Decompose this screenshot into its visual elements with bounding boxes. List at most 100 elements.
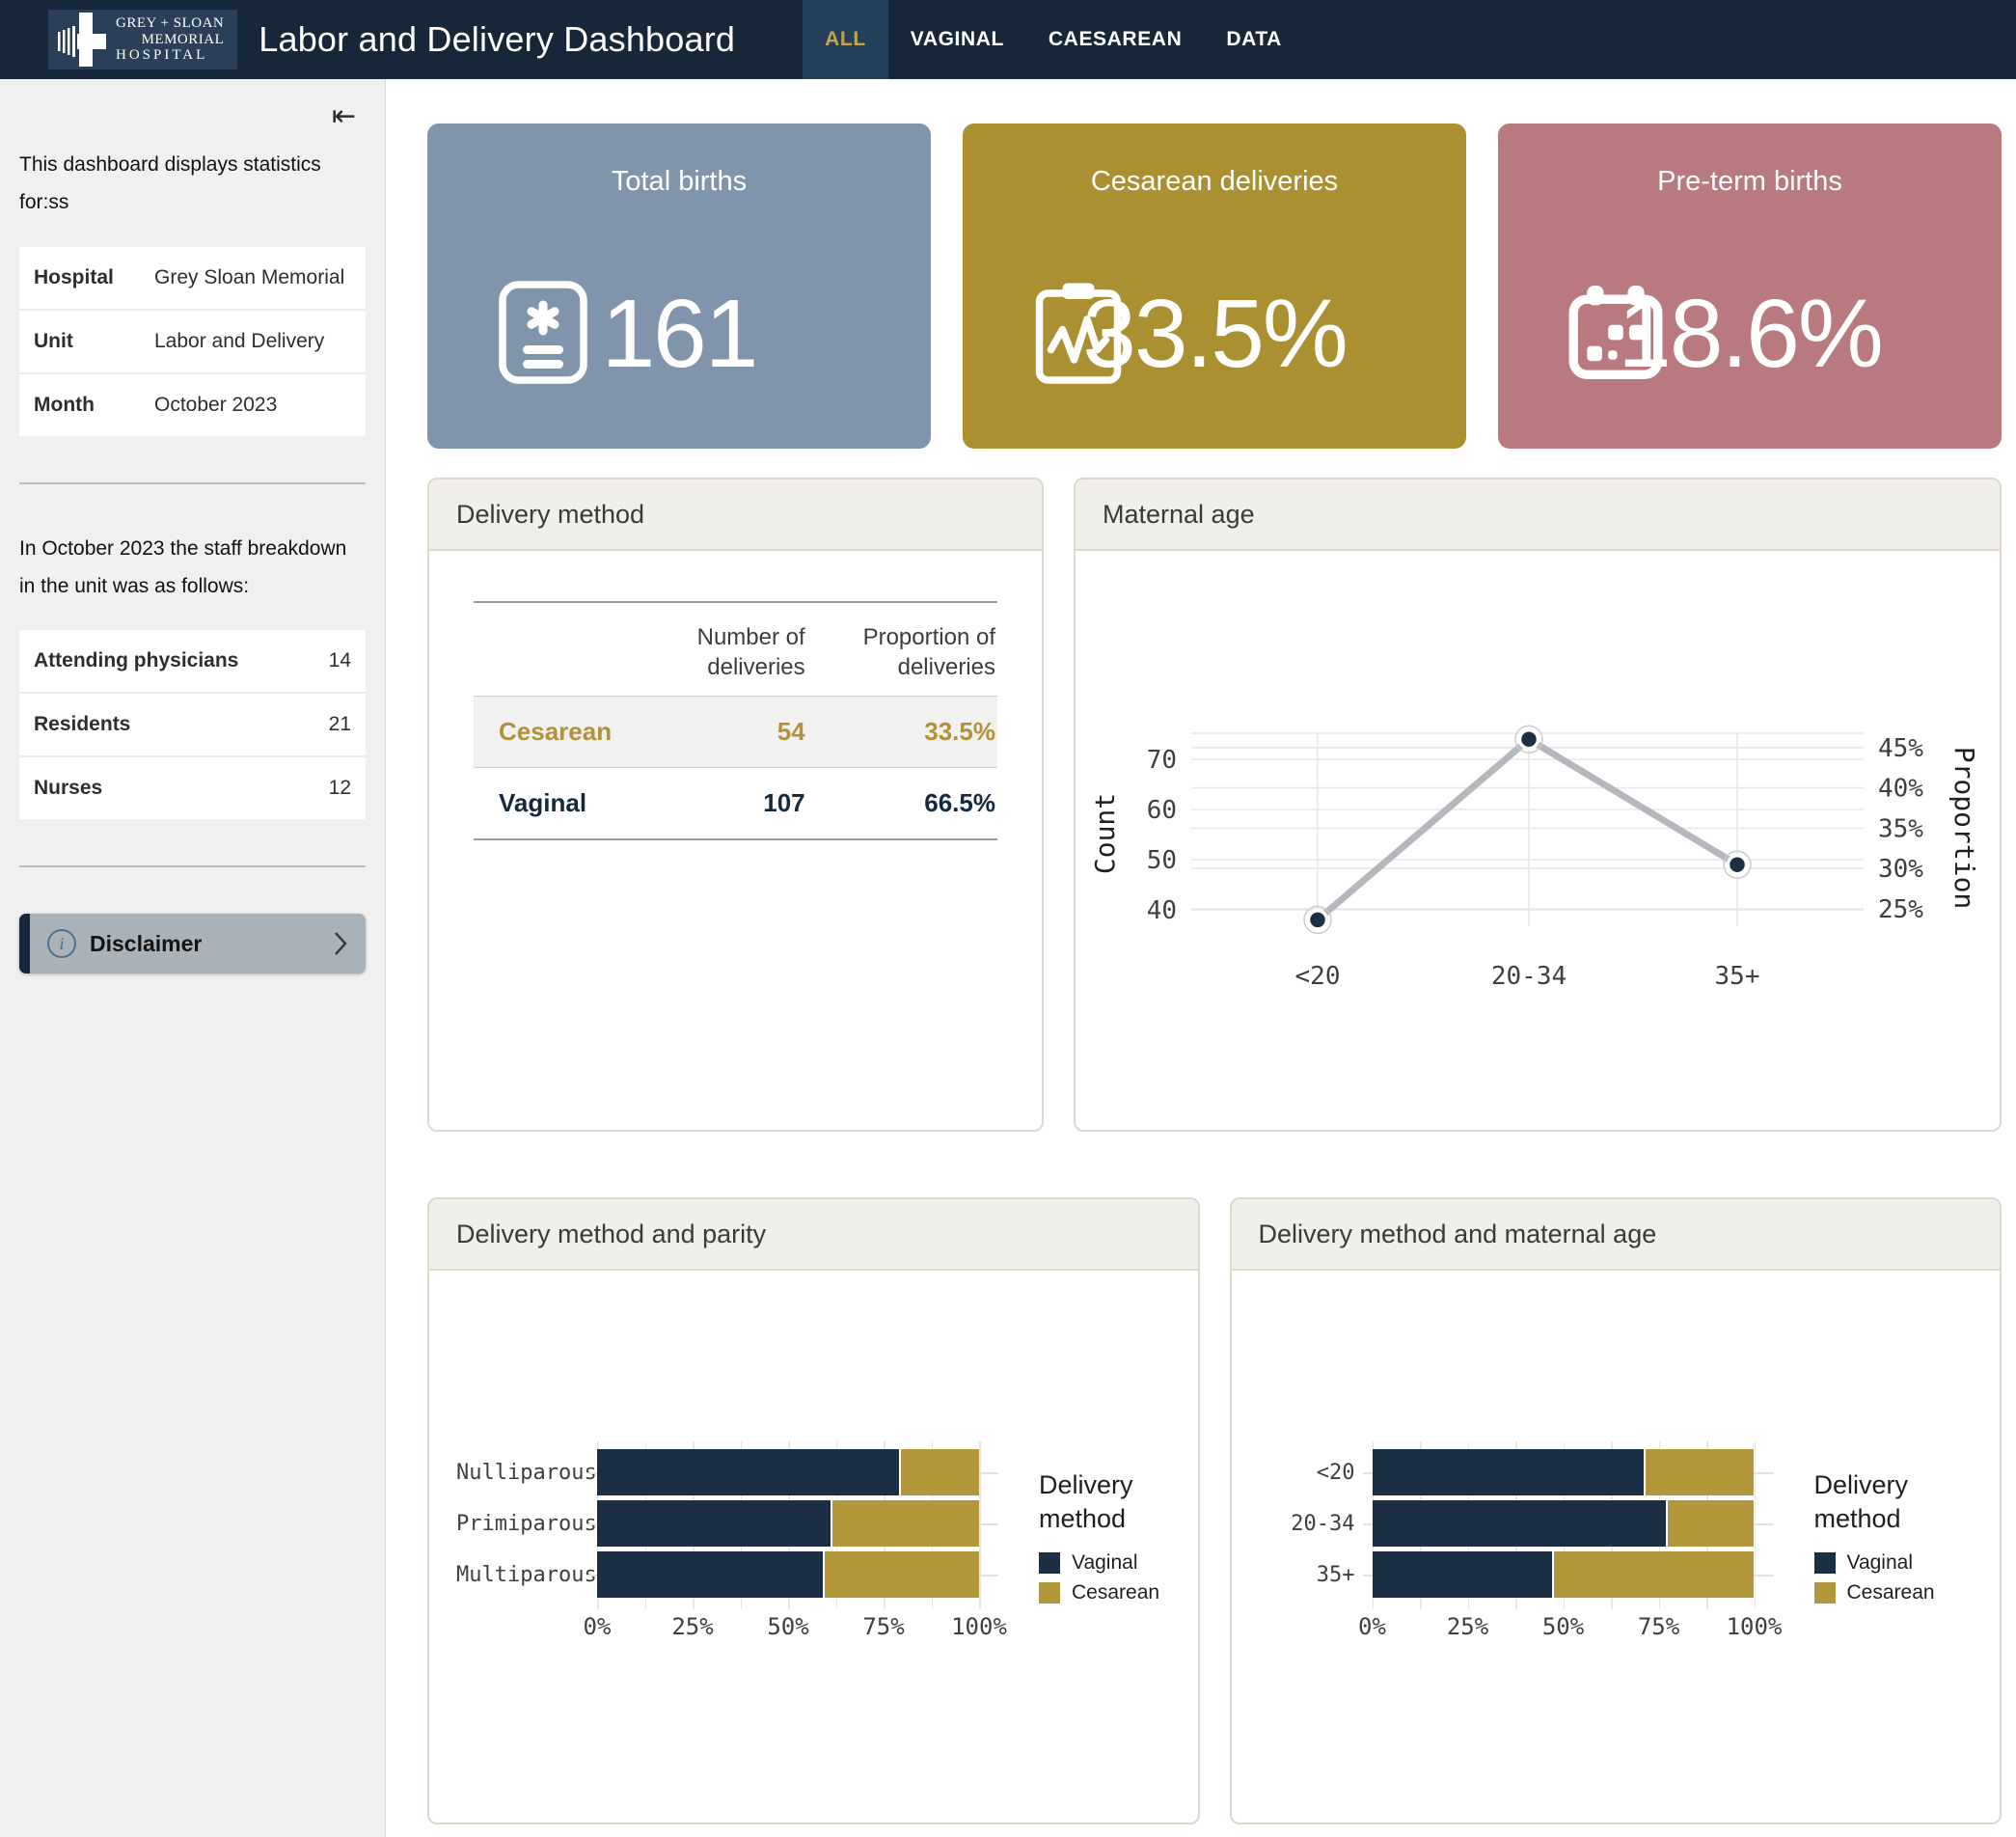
x-tick: 0% <box>1358 1613 1386 1640</box>
x-tick: 35+ <box>1715 962 1760 991</box>
panel-title: Delivery method and maternal age <box>1232 1199 2001 1271</box>
legend-item-cesarean[interactable]: Cesarean <box>1814 1581 1998 1604</box>
bar-vaginal-Primiparous[interactable] <box>597 1500 831 1547</box>
y-right-tick: 30% <box>1878 855 1923 884</box>
tab-data[interactable]: DATA <box>1204 0 1304 79</box>
hospital-cross-icon <box>56 11 108 69</box>
legend-swatch <box>1039 1552 1060 1574</box>
category-label: Nulliparous <box>456 1461 597 1485</box>
x-tick: 75% <box>1638 1613 1679 1640</box>
tab-caesarean[interactable]: CAESAREAN <box>1026 0 1204 79</box>
bar-cesarean-<20[interactable] <box>1644 1449 1755 1495</box>
x-tick: 25% <box>671 1613 713 1640</box>
kpi-card-preterm-births: Pre-term births <box>1498 123 2002 449</box>
bottom-panel-row: Delivery method and parity NulliparousPr… <box>427 1197 2002 1824</box>
maternal-age-line <box>1318 739 1737 919</box>
calendar-icon <box>1567 284 1664 385</box>
tab-all[interactable]: ALL <box>803 0 888 79</box>
delivery-parity-chart: NulliparousPrimiparousMultiparous0%25%50… <box>429 1271 1198 1646</box>
x-tick: 75% <box>862 1613 904 1640</box>
legend: Delivery methodVaginalCesarean <box>1814 1468 1998 1604</box>
legend-swatch <box>1814 1552 1836 1574</box>
sidebar-divider <box>19 482 366 484</box>
staff-table: Attending physicians 14 Residents 21 Nur… <box>19 630 366 819</box>
column-header: Proportion of deliveries <box>807 602 997 697</box>
panel-title: Maternal age <box>1076 480 2000 551</box>
x-tick: 25% <box>1447 1613 1488 1640</box>
data-point-20-34[interactable] <box>1520 730 1539 749</box>
delivery-method-table: Number of deliveries Proportion of deliv… <box>474 601 997 840</box>
middle-panel-row: Delivery method Number of deliveries Pro… <box>427 478 2002 1132</box>
legend-item-vaginal[interactable]: Vaginal <box>1039 1551 1200 1575</box>
bar-vaginal-Multiparous[interactable] <box>597 1551 823 1598</box>
staff-row-attendings: Attending physicians 14 <box>19 630 366 694</box>
bar-vaginal-<20[interactable] <box>1373 1449 1644 1495</box>
x-axis: 0%25%50%75%100% <box>1373 1607 1755 1646</box>
legend-label: Vaginal <box>1847 1551 1914 1575</box>
main-nav: ALL VAGINAL CAESAREAN DATA <box>803 0 1304 79</box>
empty-header <box>474 602 616 697</box>
category-label: <20 <box>1259 1461 1373 1485</box>
table-row-cesarean[interactable]: Cesarean 54 33.5% <box>474 697 997 768</box>
legend-item-cesarean[interactable]: Cesarean <box>1039 1581 1200 1604</box>
legend-label: Vaginal <box>1072 1551 1138 1575</box>
bar-vaginal-35+[interactable] <box>1373 1551 1552 1598</box>
category-label: Primiparous <box>456 1512 597 1536</box>
legend-label: Cesarean <box>1072 1581 1159 1604</box>
table-row-vaginal[interactable]: Vaginal 107 66.5% <box>474 768 997 840</box>
sidebar-intro-text: This dashboard displays statistics for:s… <box>19 147 366 222</box>
staff-intro-text: In October 2023 the staff breakdown in t… <box>19 531 366 606</box>
disclaimer-button[interactable]: i Disclaimer <box>19 914 366 973</box>
dashboard-info-table: Hospital Grey Sloan Memorial Unit Labor … <box>19 247 366 436</box>
x-tick: 50% <box>767 1613 808 1640</box>
sidebar-collapse-icon[interactable]: ⇤ <box>332 100 356 132</box>
category-label: 35+ <box>1259 1563 1373 1587</box>
legend-item-vaginal[interactable]: Vaginal <box>1814 1551 1998 1575</box>
panel-title: Delivery method <box>429 480 1042 551</box>
x-tick: 0% <box>584 1613 612 1640</box>
bar-track <box>597 1449 979 1495</box>
y-left-axis-title: Count <box>1089 793 1121 874</box>
bar-track <box>1373 1551 1755 1598</box>
bar-cesarean-20-34[interactable] <box>1666 1500 1754 1547</box>
data-point-<20[interactable] <box>1309 911 1327 929</box>
gridlines <box>1191 733 1864 926</box>
legend-label: Cesarean <box>1847 1581 1935 1604</box>
y-left-tick: 60 <box>1147 796 1177 825</box>
info-row-hospital: Hospital Grey Sloan Memorial <box>19 247 366 311</box>
delivery-age-chart: <2020-3435+0%25%50%75%100%Delivery metho… <box>1232 1271 2001 1646</box>
tab-vaginal[interactable]: VAGINAL <box>888 0 1026 79</box>
y-right-tick: 45% <box>1878 734 1923 763</box>
sidebar: ⇤ This dashboard displays statistics for… <box>0 79 386 1837</box>
x-tick: 50% <box>1542 1613 1584 1640</box>
legend-title: Delivery method <box>1039 1468 1164 1536</box>
hospital-logo: GREY + SLOAN MEMORIAL HOSPITAL <box>48 10 237 69</box>
bar-cesarean-Multiparous[interactable] <box>823 1551 979 1598</box>
kpi-card-total-births: Total births <box>427 123 931 449</box>
bar-cesarean-Primiparous[interactable] <box>831 1500 979 1547</box>
maternal-age-chart: 4050607025%30%35%40%45%<2020-3435+CountP… <box>1076 551 2000 1071</box>
bar-track <box>1373 1449 1755 1495</box>
column-header: Number of deliveries <box>616 602 806 697</box>
kpi-card-cesarean-deliveries: Cesarean deliveries 33.5% <box>963 123 1466 449</box>
clipboard-pulse-icon <box>1032 280 1125 389</box>
chevron-right-icon <box>333 930 348 957</box>
delivery-parity-panel: Delivery method and parity NulliparousPr… <box>427 1197 1200 1824</box>
bar-vaginal-Nulliparous[interactable] <box>597 1449 899 1495</box>
data-point-35+[interactable] <box>1729 856 1747 874</box>
y-left-tick: 70 <box>1147 746 1177 775</box>
bar-vaginal-20-34[interactable] <box>1373 1500 1667 1547</box>
bar-track <box>597 1551 979 1598</box>
y-right-tick: 25% <box>1878 895 1923 924</box>
staff-row-nurses: Nurses 12 <box>19 757 366 819</box>
info-row-month: Month October 2023 <box>19 374 366 436</box>
y-right-tick: 35% <box>1878 814 1923 843</box>
bar-cesarean-35+[interactable] <box>1552 1551 1755 1598</box>
info-row-unit: Unit Labor and Delivery <box>19 311 366 374</box>
main-content: Total births <box>386 79 2016 1837</box>
birth-certificate-icon <box>497 280 589 389</box>
y-left-tick: 40 <box>1147 896 1177 925</box>
x-axis: 0%25%50%75%100% <box>597 1607 979 1646</box>
maternal-age-panel: Maternal age 4050607025%30%35%40%45%<202… <box>1074 478 2002 1132</box>
bar-cesarean-Nulliparous[interactable] <box>899 1449 979 1495</box>
